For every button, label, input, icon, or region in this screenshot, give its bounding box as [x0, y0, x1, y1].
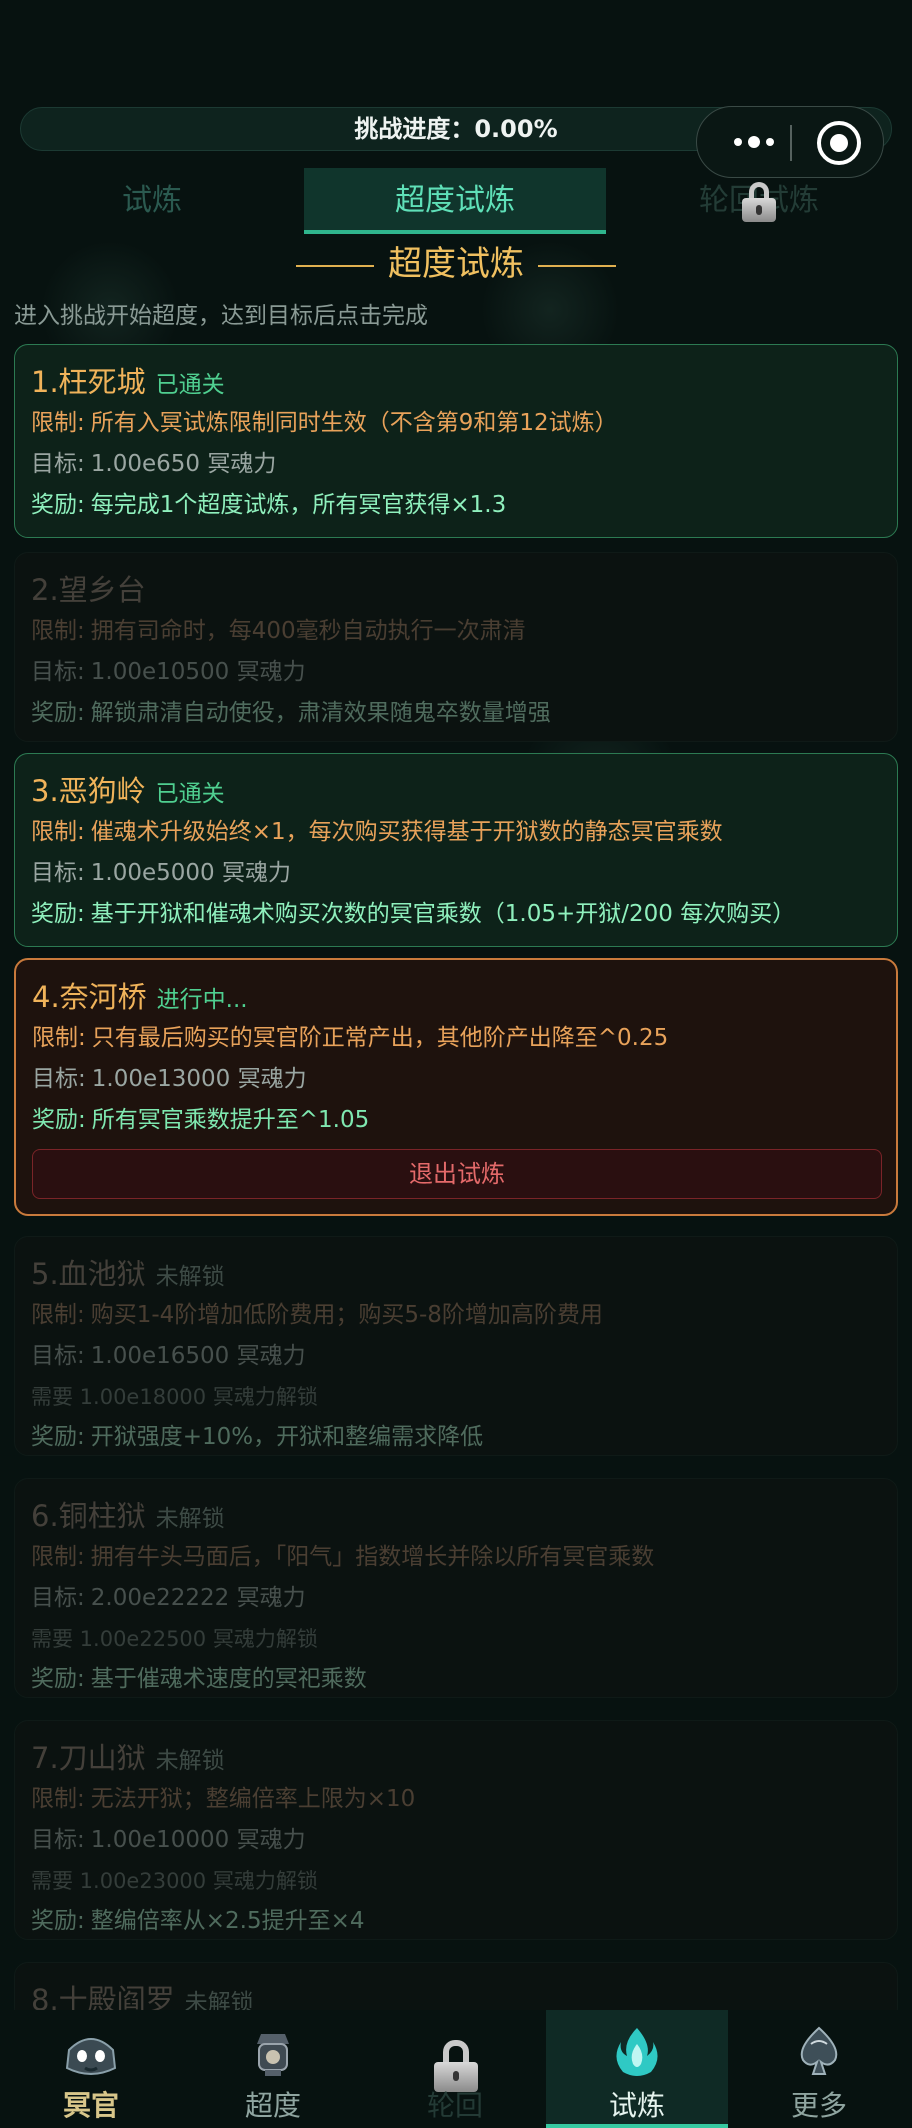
nav-label: 冥官 [62, 2089, 119, 2122]
challenge-limit: 拥有司命时，每400毫秒自动执行一次肃清 [90, 618, 526, 644]
challenge-limit: 所有入冥试炼限制同时生效（不含第9和第12试炼） [90, 410, 618, 436]
reward-label: 奖励: [31, 492, 85, 518]
target-label: 目标: [31, 659, 85, 685]
reward-label: 奖励: [31, 700, 85, 726]
challenge-card[interactable]: 7.刀山狱 未解锁 限制: 无法开狱；整编倍率上限为×10 目标: 1.00e1000… [14, 1720, 898, 1940]
lock-icon [434, 2040, 478, 2092]
title-divider [296, 264, 374, 267]
limit-label: 限制: [31, 618, 85, 644]
challenge-status: 未解锁 [155, 1264, 225, 1290]
limit-label: 限制: [31, 410, 85, 436]
nav-item-trial[interactable]: 试炼 [546, 2010, 728, 2128]
bottom-nav: 冥官 超度 轮回 试炼 更多 [0, 2010, 912, 2128]
challenge-card[interactable]: 2.望乡台 限制: 拥有司命时，每400毫秒自动执行一次肃清 目标: 1.00e10… [14, 552, 898, 742]
challenge-reward: 所有冥官乘数提升至^1.05 [91, 1107, 370, 1133]
challenge-status: 进行中... [156, 987, 248, 1013]
ghost-mask-icon [65, 2038, 117, 2075]
challenge-limit: 催魂术升级始终×1，每次购买获得基于开狱数的静态冥官乘数 [90, 819, 723, 845]
challenge-reward: 开狱强度+10%，开狱和整编需求降低 [90, 1424, 484, 1450]
target-label: 目标: [31, 451, 85, 477]
limit-label: 限制: [32, 1025, 86, 1051]
challenge-name: 5.血池狱 [31, 1257, 146, 1291]
challenge-limit: 拥有牛头马面后，「阳气」指数增长并除以所有冥官乘数 [90, 1544, 655, 1570]
challenge-status: 已通关 [155, 781, 225, 807]
nav-label: 更多 [790, 2089, 847, 2122]
challenge-limit: 只有最后购买的冥官阶正常产出，其他阶产出降至^0.25 [91, 1025, 669, 1051]
limit-label: 限制: [31, 819, 85, 845]
nav-item-more[interactable]: 更多 [728, 2010, 910, 2128]
limit-label: 限制: [31, 1302, 85, 1328]
target-label: 目标: [31, 860, 85, 886]
quit-trial-button[interactable]: 退出试炼 [32, 1149, 882, 1199]
target-label: 目标: [31, 1827, 85, 1853]
reward-label: 奖励: [31, 1908, 85, 1934]
challenge-card[interactable]: 3.恶狗岭 已通关 限制: 催魂术升级始终×1，每次购买获得基于开狱数的静态冥官乘数… [14, 753, 898, 947]
challenge-status: 已通关 [155, 372, 225, 398]
challenge-target: 1.00e5000 冥魂力 [90, 860, 291, 886]
section-title: 超度试炼 [0, 236, 912, 285]
nav-item-officials[interactable]: 冥官 [0, 2010, 182, 2128]
title-divider [538, 264, 616, 267]
section-title-text: 超度试炼 [388, 244, 524, 284]
challenge-reward: 整编倍率从×2.5提升至×4 [90, 1908, 365, 1934]
challenge-name: 3.恶狗岭 [31, 774, 146, 808]
challenge-target: 1.00e650 冥魂力 [90, 451, 277, 477]
challenge-reward: 每完成1个超度试炼，所有冥官获得×1.3 [90, 492, 507, 518]
challenge-name: 6.铜柱狱 [31, 1499, 146, 1533]
unlock-requirement: 需要 1.00e18000 冥魂力解锁 [31, 1385, 318, 1409]
section-intro: 进入挑战开始超度，达到目标后点击完成 [14, 303, 428, 329]
target-label: 目标: [31, 1585, 85, 1611]
reward-label: 奖励: [31, 1666, 85, 1692]
challenge-name: 7.刀山狱 [31, 1741, 146, 1775]
challenge-name: 1.枉死城 [31, 365, 146, 399]
unlock-requirement: 需要 1.00e23000 冥魂力解锁 [31, 1869, 318, 1893]
target-label: 目标: [32, 1066, 86, 1092]
challenge-reward: 解锁肃清自动使役，肃清效果随鬼卒数量增强 [90, 700, 551, 726]
challenge-name: 2.望乡台 [31, 573, 146, 607]
challenge-name: 4.奈河桥 [32, 980, 147, 1014]
more-dots-icon[interactable] [719, 127, 789, 157]
target-circle-icon[interactable] [817, 121, 861, 165]
challenge-status: 未解锁 [155, 1506, 225, 1532]
capsule-divider [790, 125, 792, 161]
challenge-target: 2.00e22222 冥魂力 [90, 1585, 306, 1611]
challenge-card[interactable]: 1.枉死城 已通关 限制: 所有入冥试炼限制同时生效（不含第9和第12试炼） 目标:… [14, 344, 898, 538]
challenge-card-active[interactable]: 4.奈河桥 进行中... 限制: 只有最后购买的冥官阶正常产出，其他阶产出降至^0.… [14, 958, 898, 1216]
challenge-tabs: 试炼 超度试炼 轮回试炼 [0, 168, 912, 234]
lantern-icon [257, 2034, 289, 2076]
blue-flame-icon [616, 2028, 658, 2076]
challenge-reward: 基于开狱和催魂术购买次数的冥官乘数（1.05+开狱/200 每次购买） [90, 901, 796, 927]
challenge-limit: 购买1-4阶增加低阶费用；购买5-8阶增加高阶费用 [90, 1302, 603, 1328]
nav-label: 超度 [244, 2089, 301, 2122]
challenge-target: 1.00e10000 冥魂力 [90, 1827, 306, 1853]
reward-label: 奖励: [31, 1424, 85, 1450]
target-label: 目标: [31, 1343, 85, 1369]
nav-item-reincarnation[interactable]: 轮回 [364, 2010, 546, 2128]
unlock-requirement: 需要 1.00e22500 冥魂力解锁 [31, 1627, 318, 1651]
reward-label: 奖励: [31, 901, 85, 927]
spade-crest-icon [800, 2026, 838, 2075]
nav-label: 试炼 [608, 2089, 665, 2122]
tab-salvation-trial[interactable]: 超度试炼 [304, 168, 606, 234]
reward-label: 奖励: [32, 1107, 86, 1133]
challenge-target: 1.00e13000 冥魂力 [91, 1066, 307, 1092]
limit-label: 限制: [31, 1544, 85, 1570]
nav-item-salvation[interactable]: 超度 [182, 2010, 364, 2128]
nav-label: 轮回 [426, 2089, 483, 2122]
challenge-target: 1.00e16500 冥魂力 [90, 1343, 306, 1369]
tab-trial[interactable]: 试炼 [0, 168, 304, 234]
challenge-card[interactable]: 6.铜柱狱 未解锁 限制: 拥有牛头马面后，「阳气」指数增长并除以所有冥官乘数 目标… [14, 1478, 898, 1698]
challenge-card[interactable]: 5.血池狱 未解锁 限制: 购买1-4阶增加低阶费用；购买5-8阶增加高阶费用 目标… [14, 1236, 898, 1456]
limit-label: 限制: [31, 1786, 85, 1812]
challenge-reward: 基于催魂术速度的冥祀乘数 [90, 1666, 367, 1692]
challenge-status: 未解锁 [155, 1748, 225, 1774]
challenge-limit: 无法开狱；整编倍率上限为×10 [90, 1786, 416, 1812]
lock-icon [742, 182, 776, 222]
challenge-target: 1.00e10500 冥魂力 [90, 659, 306, 685]
